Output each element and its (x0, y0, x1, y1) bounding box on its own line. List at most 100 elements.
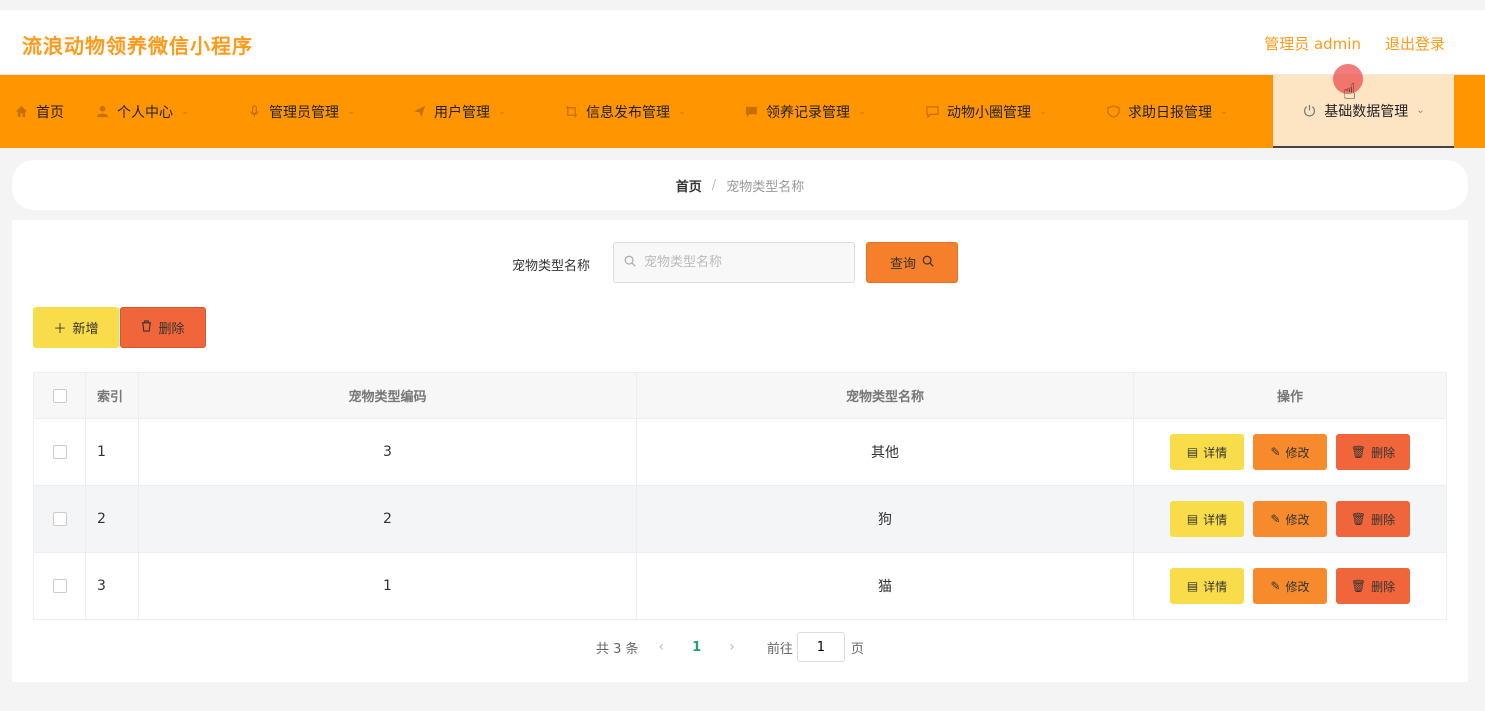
row-checkbox[interactable] (52, 445, 67, 459)
edit-label: 修改 (1285, 579, 1310, 594)
document-icon: ▤ (1186, 445, 1199, 459)
row-code: 3 (138, 418, 637, 486)
content-panel: 宠物类型名称 查询 ＋ 新增 删除 索引 宠物类型编码 宠物类型名称 操作 (12, 220, 1468, 682)
pagination: 共 3 条 ‹ 1 › 前往 页 (596, 632, 864, 662)
row-actions: ▤ 详情 ✎ 修改 🗑 删除 (1133, 485, 1447, 553)
nav-item-base-data[interactable]: 基础数据管理 ⌄ (1273, 75, 1454, 148)
table-row: 1 3 其他 ▤ 详情 ✎ 修改 🗑 删除 (33, 418, 1447, 486)
top-header: 流浪动物领养微信小程序 管理员 admin 退出登录 (0, 10, 1485, 75)
nav-item-admin[interactable]: 管理员管理 ⌄ (233, 75, 398, 148)
detail-button[interactable]: ▤ 详情 (1170, 434, 1244, 470)
query-button[interactable]: 查询 (866, 242, 958, 283)
select-all-cell (33, 372, 86, 419)
nav-item-animal-circle[interactable]: 动物小圈管理 ⌄ (911, 75, 1092, 148)
logout-link[interactable]: 退出登录 (1385, 33, 1445, 54)
main-nav: 首页 个人中心 ⌄ 管理员管理 ⌄ 用户管理 ⌄ 信息发布管理 ⌄ 领养记录管理… (0, 75, 1485, 148)
edit-button[interactable]: ✎ 修改 (1253, 501, 1327, 537)
detail-label: 详情 (1203, 445, 1228, 460)
nav-item-personal[interactable]: 个人中心 ⌄ (81, 75, 233, 148)
nav-item-label: 用户管理 (434, 104, 490, 121)
nav-item-home[interactable]: 首页 (0, 75, 81, 148)
nav-item-info-publish[interactable]: 信息发布管理 ⌄ (550, 75, 730, 148)
trash-icon (141, 319, 152, 336)
batch-delete-button[interactable]: 删除 (120, 307, 206, 348)
power-icon (1302, 104, 1316, 118)
prev-page-icon[interactable]: ‹ (659, 639, 665, 655)
goto-prefix: 前往 (766, 641, 793, 657)
table-header-row: 索引 宠物类型编码 宠物类型名称 操作 (33, 372, 1447, 419)
row-select-cell (33, 418, 86, 486)
search-label: 宠物类型名称 (512, 259, 591, 274)
hand-cursor-icon: ☝ (1343, 80, 1357, 105)
crop-icon (564, 105, 578, 119)
detail-button[interactable]: ▤ 详情 (1170, 501, 1244, 537)
help-icon (1106, 105, 1120, 119)
chevron-down-icon: ⌄ (678, 106, 687, 117)
delete-label: 删除 (1371, 512, 1396, 527)
chevron-down-icon: ⌄ (181, 106, 190, 117)
header-actions: 管理员 admin 退出登录 (1264, 33, 1445, 54)
header-index: 索引 (85, 372, 139, 419)
row-checkbox[interactable] (52, 579, 67, 593)
user-icon (95, 105, 109, 119)
header-code: 宠物类型编码 (138, 372, 637, 419)
delete-button[interactable]: 🗑 删除 (1336, 501, 1410, 537)
table-row: 3 1 猫 ▤ 详情 ✎ 修改 🗑 删除 (33, 552, 1447, 620)
search-input[interactable] (644, 255, 834, 270)
delete-button[interactable]: 🗑 删除 (1336, 568, 1410, 604)
home-icon (14, 105, 28, 119)
pagination-total: 共 3 条 (596, 641, 639, 657)
select-all-checkbox[interactable] (52, 388, 67, 403)
row-select-cell (33, 552, 86, 620)
document-icon: ▤ (1186, 512, 1199, 526)
detail-label: 详情 (1203, 579, 1228, 594)
row-code: 2 (138, 485, 637, 553)
app-title: 流浪动物领养微信小程序 (22, 34, 253, 58)
next-page-icon[interactable]: › (729, 639, 735, 655)
trash-icon: 🗑 (1350, 445, 1367, 459)
edit-button[interactable]: ✎ 修改 (1253, 434, 1327, 470)
nav-item-users[interactable]: 用户管理 ⌄ (398, 75, 550, 148)
delete-label: 删除 (1371, 445, 1396, 460)
row-index: 1 (85, 418, 139, 486)
nav-item-label: 求助日报管理 (1128, 104, 1212, 121)
nav-item-label: 领养记录管理 (766, 104, 850, 121)
add-button[interactable]: ＋ 新增 (33, 307, 119, 348)
nav-item-label: 基础数据管理 (1324, 103, 1409, 120)
nav-item-adoption-records[interactable]: 领养记录管理 ⌄ (730, 75, 911, 148)
header-name: 宠物类型名称 (636, 372, 1134, 419)
goto-page-input[interactable] (796, 632, 845, 662)
row-code: 1 (138, 552, 637, 620)
search-icon (624, 255, 636, 270)
send-icon (412, 105, 426, 119)
detail-button[interactable]: ▤ 详情 (1170, 568, 1244, 604)
row-checkbox[interactable] (52, 512, 67, 526)
breadcrumb-current: 宠物类型名称 (726, 179, 805, 195)
query-button-label: 查询 (889, 257, 916, 272)
mic-icon (247, 105, 261, 119)
row-name: 狗 (636, 485, 1134, 553)
pet-type-table: 索引 宠物类型编码 宠物类型名称 操作 1 3 其他 ▤ 详情 ✎ 修改 🗑 删除 (33, 372, 1447, 620)
admin-user-label[interactable]: 管理员 admin (1264, 33, 1361, 54)
header-ops: 操作 (1133, 372, 1447, 419)
current-page[interactable]: 1 (692, 640, 701, 655)
pencil-icon: ✎ (1270, 512, 1281, 526)
chevron-down-icon: ⌄ (1220, 106, 1229, 117)
chevron-down-icon: ⌄ (858, 106, 867, 117)
edit-button[interactable]: ✎ 修改 (1253, 568, 1327, 604)
breadcrumb-separator: / (711, 177, 717, 193)
row-actions: ▤ 详情 ✎ 修改 🗑 删除 (1133, 418, 1447, 486)
nav-item-label: 首页 (36, 104, 64, 121)
chevron-down-icon: ⌄ (1416, 105, 1425, 116)
nav-item-help-daily[interactable]: 求助日报管理 ⌄ (1092, 75, 1273, 148)
trash-icon: 🗑 (1350, 579, 1367, 593)
delete-button[interactable]: 🗑 删除 (1336, 434, 1410, 470)
row-name: 猫 (636, 552, 1134, 620)
nav-item-label: 信息发布管理 (586, 104, 670, 121)
row-select-cell (33, 485, 86, 553)
delete-label: 删除 (1371, 579, 1396, 594)
nav-item-label: 个人中心 (117, 104, 173, 121)
breadcrumb-home[interactable]: 首页 (676, 176, 702, 195)
goto-suffix: 页 (850, 641, 864, 657)
row-name: 其他 (636, 418, 1134, 486)
